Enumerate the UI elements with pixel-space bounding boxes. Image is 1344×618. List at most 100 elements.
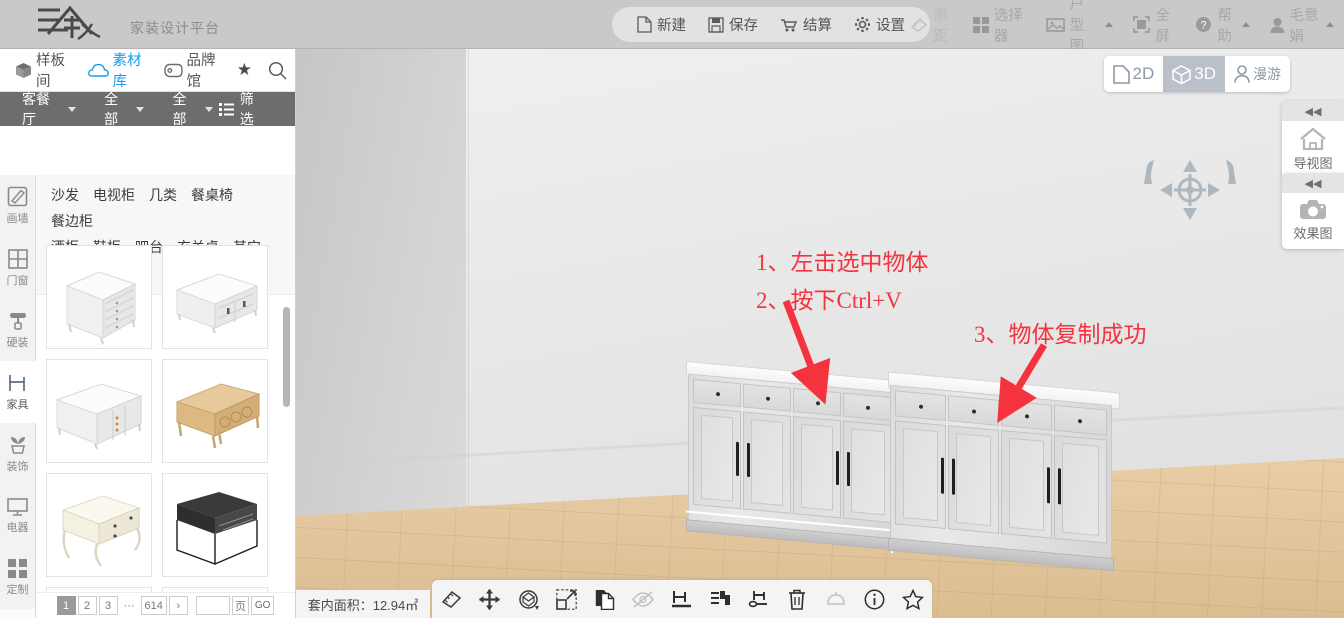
- pagination: 1 2 3 ··· 614 › 页 GO: [36, 592, 295, 618]
- tab-brand-hall-label: 品牌馆: [186, 53, 216, 90]
- delete-button[interactable]: [782, 584, 812, 614]
- checkout-button[interactable]: 结算: [769, 14, 843, 35]
- drawer-knob-icon: [866, 405, 870, 411]
- door-panel: [1062, 442, 1099, 536]
- selector-button[interactable]: 选择器: [963, 4, 1036, 46]
- sidebar-item-decoration[interactable]: 装饰: [0, 423, 36, 485]
- 3d-viewport[interactable]: 1、左击选中物体 2、按下Ctrl+V 3、物体复制成功 2D 3D 漫游 ◀◀…: [296, 49, 1344, 618]
- thumbnail-grid[interactable]: [36, 237, 295, 592]
- fullscreen-button[interactable]: 全屏: [1123, 4, 1185, 46]
- hide-tool-button[interactable]: [628, 584, 658, 614]
- page-button-3[interactable]: 3: [98, 596, 118, 615]
- cabinet-body: [688, 373, 898, 543]
- copy-tool-button[interactable]: [590, 584, 620, 614]
- sidebar-item-appliances[interactable]: 电器: [0, 485, 36, 547]
- cabinet-door: [1054, 434, 1107, 544]
- cabinet-door: [1001, 430, 1052, 539]
- list-item[interactable]: [46, 473, 152, 577]
- view-mode-roam[interactable]: 漫游: [1225, 56, 1290, 92]
- chevron-up-icon: [1241, 22, 1250, 27]
- page-jump-input[interactable]: [195, 596, 230, 615]
- category-tag[interactable]: 餐边柜: [44, 208, 100, 234]
- rendering-content[interactable]: 效果图: [1282, 193, 1344, 249]
- measure-tool-button[interactable]: [436, 584, 466, 614]
- list-item[interactable]: [162, 359, 268, 463]
- navigation-view-collapse[interactable]: ◀◀: [1282, 101, 1344, 121]
- cabinet-copy[interactable]: [888, 371, 1218, 602]
- sidebar-item-hard-decoration[interactable]: 硬装: [0, 299, 36, 361]
- favorite-button[interactable]: [898, 584, 928, 614]
- cart-icon: [780, 17, 798, 33]
- door-panel: [956, 432, 991, 527]
- measure-distance-button[interactable]: 测距: [900, 4, 963, 46]
- category-tag[interactable]: 餐桌椅: [184, 182, 240, 208]
- cabinet-door: [843, 420, 893, 524]
- image-icon: [1045, 17, 1065, 33]
- chair-icon: [7, 373, 28, 393]
- save-button[interactable]: 保存: [697, 14, 769, 35]
- sidebar-item-custom[interactable]: 定制: [0, 547, 36, 609]
- paint-roller-icon: [8, 311, 28, 331]
- sidebar-item-furniture[interactable]: 家具: [0, 361, 36, 423]
- box-icon: [15, 62, 32, 79]
- brand: 家装设计平台: [0, 4, 220, 44]
- bring-front-button[interactable]: [705, 584, 735, 614]
- thumbnail-row: [46, 359, 295, 463]
- filter-room-type[interactable]: 客餐厅: [16, 89, 82, 129]
- cabinet-door: [895, 420, 946, 529]
- lamp-button[interactable]: [821, 584, 851, 614]
- tab-brand-hall[interactable]: 品牌馆: [155, 49, 229, 91]
- category-tag[interactable]: 电视柜: [86, 182, 142, 208]
- library-scrollbar-thumb[interactable]: [283, 307, 290, 407]
- sidebar-item-doors-windows[interactable]: 门窗: [0, 237, 36, 299]
- page-next-button[interactable]: ›: [168, 596, 188, 615]
- tab-sample-rooms[interactable]: 样板间: [6, 49, 79, 91]
- info-button[interactable]: [859, 584, 889, 614]
- view-mode-3d[interactable]: 3D: [1163, 56, 1225, 92]
- navigation-gizmo[interactable]: [1140, 154, 1240, 239]
- list-item[interactable]: [162, 245, 268, 349]
- question-circle-icon: ?: [1195, 16, 1212, 33]
- view-mode-2d[interactable]: 2D: [1104, 56, 1164, 92]
- view-mode-switch: 2D 3D 漫游: [1103, 56, 1290, 92]
- align-floor-button[interactable]: [744, 584, 774, 614]
- page-go-button[interactable]: GO: [250, 596, 275, 615]
- cabinet-door: [693, 406, 741, 510]
- new-button[interactable]: 新建: [626, 14, 697, 35]
- category-tag[interactable]: 几类: [142, 182, 184, 208]
- filter-category[interactable]: 全部: [98, 89, 150, 129]
- chevron-up-icon: [1325, 22, 1334, 27]
- sidebar-item-draw-wall[interactable]: 画墙: [0, 175, 36, 237]
- search-icon[interactable]: [260, 61, 295, 80]
- list-item[interactable]: [46, 359, 152, 463]
- tab-material-library[interactable]: 素材库: [79, 49, 155, 91]
- rendering-collapse[interactable]: ◀◀: [1282, 173, 1344, 193]
- library-scrollbar-track[interactable]: [283, 307, 290, 592]
- user-menu-button[interactable]: 毛意娟: [1260, 4, 1344, 46]
- library-filter-bar: 客餐厅 全部 全部 筛选: [0, 89, 295, 129]
- rotate-tool-button[interactable]: [513, 584, 543, 614]
- star-icon[interactable]: ★: [229, 60, 260, 80]
- home-icon: [1299, 127, 1327, 151]
- move-tool-button[interactable]: [475, 584, 505, 614]
- list-item[interactable]: [162, 473, 268, 577]
- align-wall-button[interactable]: [667, 584, 697, 614]
- cabinet-drawer: [843, 392, 893, 422]
- scale-tool-button[interactable]: [552, 584, 582, 614]
- door-panel: [701, 414, 733, 502]
- navigation-view-content[interactable]: 导视图: [1282, 121, 1344, 179]
- save-button-label: 保存: [729, 18, 758, 34]
- page-button-last[interactable]: 614: [140, 596, 167, 615]
- category-tag[interactable]: 沙发: [44, 182, 86, 208]
- advanced-filter-button[interactable]: 筛选: [218, 89, 267, 129]
- annotation-step-2-text: 2、按下Ctrl+V: [756, 288, 902, 313]
- page-button-1[interactable]: 1: [56, 596, 76, 615]
- four-squares-icon: [8, 559, 27, 578]
- page-button-2[interactable]: 2: [77, 596, 97, 615]
- filter-style[interactable]: 全部: [166, 89, 218, 129]
- floorplan-button[interactable]: 户型图: [1036, 0, 1124, 56]
- ruler-icon: [910, 17, 928, 33]
- list-item[interactable]: [46, 245, 152, 349]
- door-handle-icon: [836, 450, 839, 486]
- help-button[interactable]: ? 帮助: [1185, 4, 1259, 46]
